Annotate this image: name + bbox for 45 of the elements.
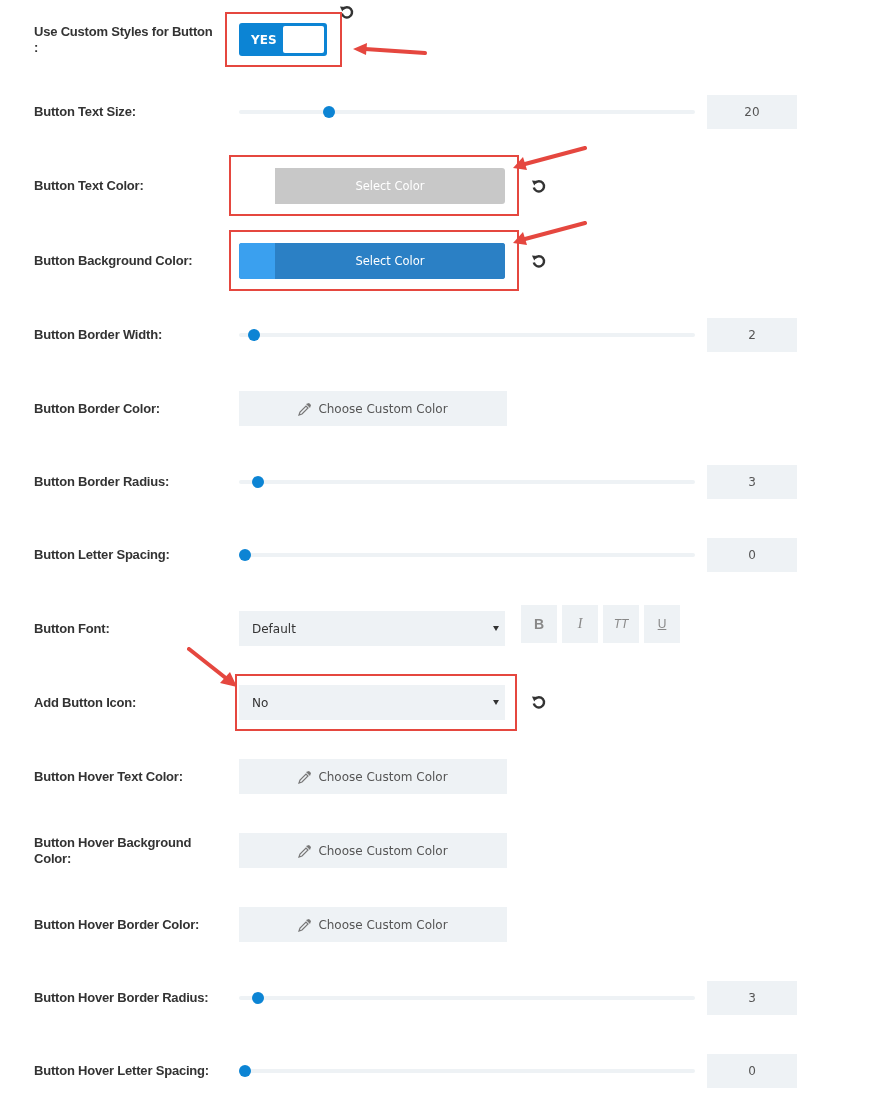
select-color-button[interactable]: Select Color [239, 243, 505, 279]
setting-label: Add Button Icon: [34, 694, 138, 711]
eyedropper-icon [298, 917, 313, 932]
eyedropper-icon [298, 769, 313, 784]
select-field[interactable]: No [239, 685, 505, 720]
reset-icon[interactable] [531, 253, 546, 269]
setting-label: Button Text Size: [34, 104, 137, 120]
number-field[interactable]: 3 [707, 981, 797, 1015]
toggle-switch[interactable]: YES [239, 23, 327, 56]
number-field[interactable]: 0 [707, 1054, 797, 1088]
setting-label: Button Hover Text Color: [34, 768, 184, 785]
setting-label: Button Hover Letter Spacing: [34, 1063, 210, 1079]
setting-label: Button Font: [34, 620, 111, 637]
choose-color-button[interactable]: Choose Custom Color [239, 907, 507, 942]
eyedropper-icon [298, 401, 313, 416]
eyedropper-icon [298, 843, 313, 858]
select-field[interactable]: Default [239, 611, 505, 646]
reset-icon[interactable] [531, 695, 546, 710]
setting-label: Button Hover Border Color: [34, 916, 201, 933]
choose-color-button[interactable]: Choose Custom Color [239, 759, 507, 794]
setting-label: Use Custom Styles for Button : [34, 23, 214, 56]
setting-label: Button Border Radius: [34, 474, 171, 490]
setting-label: Button Hover Background Color: [34, 834, 193, 867]
choose-color-button[interactable]: Choose Custom Color [239, 391, 507, 426]
setting-label: Button Background Color: [34, 253, 194, 269]
slider-thumb[interactable] [247, 329, 260, 341]
dropdown-caret-icon [493, 626, 499, 631]
setting-label: Button Hover Border Radius: [34, 990, 210, 1006]
choose-color-button[interactable]: Choose Custom Color [239, 833, 507, 868]
setting-label: Button Border Width: [34, 327, 164, 343]
setting-label: Button Text Color: [34, 178, 145, 194]
slider-thumb[interactable] [252, 992, 265, 1004]
slider-thumb[interactable] [239, 1065, 251, 1077]
slider-thumb[interactable] [239, 549, 251, 561]
number-field[interactable]: 3 [707, 465, 797, 499]
slider-thumb[interactable] [252, 476, 265, 488]
slider-thumb[interactable] [323, 106, 336, 118]
reset-icon[interactable] [339, 5, 354, 20]
setting-label: Button Letter Spacing: [34, 547, 171, 563]
reset-icon[interactable] [531, 178, 546, 194]
number-field[interactable]: 20 [707, 95, 797, 129]
number-field[interactable]: 2 [707, 318, 797, 352]
setting-label: Button Border Color: [34, 400, 161, 417]
number-field[interactable]: 0 [707, 538, 797, 572]
dropdown-caret-icon [493, 700, 499, 705]
